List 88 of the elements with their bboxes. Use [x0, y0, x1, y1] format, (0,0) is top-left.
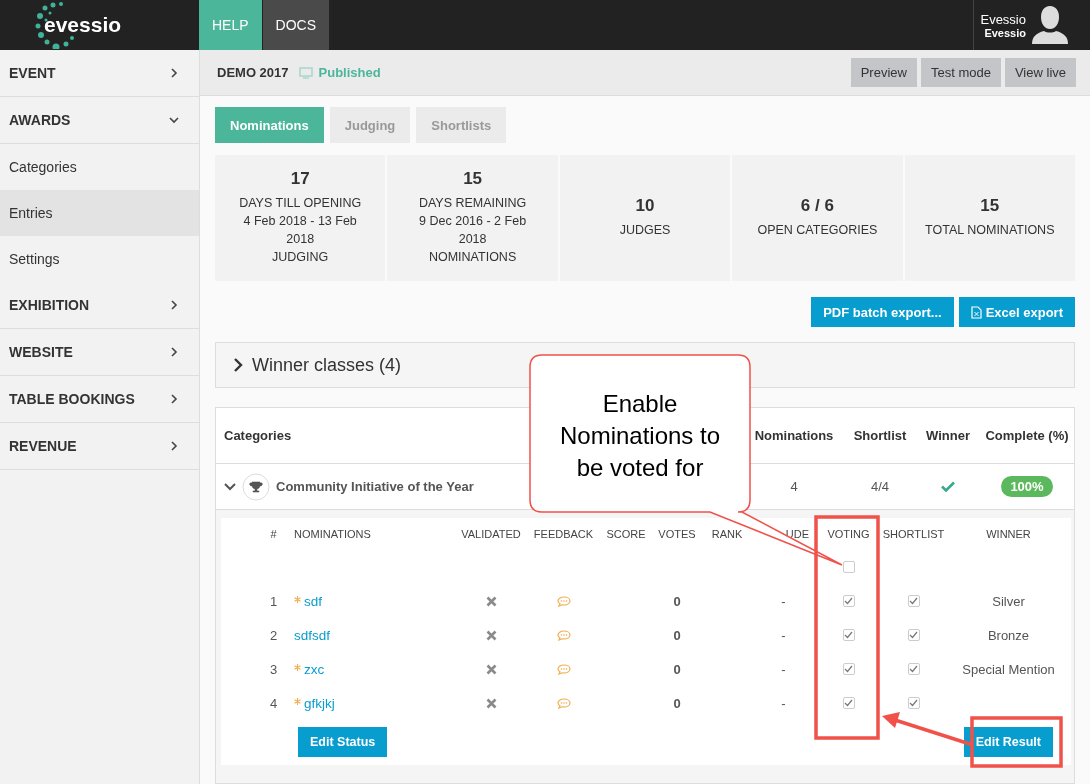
chevron-down-icon[interactable] [224, 481, 236, 492]
stat-value: 17 [290, 170, 310, 188]
sidebar-item[interactable]: Categories [0, 144, 199, 190]
stat-label: NOMINATIONS [428, 249, 517, 266]
chevron-right-icon [232, 358, 244, 372]
header-button[interactable]: View live [1004, 58, 1076, 87]
table-cell-text: 4/4 [869, 479, 891, 494]
publish-status: Published [318, 65, 381, 80]
table-cell-text: - [780, 593, 787, 609]
avatar-silhouette-icon [1032, 6, 1068, 44]
stat-value: 15 [463, 170, 483, 188]
column-header: NOMINATIONS [293, 528, 372, 540]
sidebar-item[interactable]: Settings [0, 236, 199, 282]
row-number: 1 [268, 593, 279, 609]
voting-checkbox[interactable] [842, 629, 855, 641]
votes-count: 0 [672, 695, 682, 711]
logo-text: evessio [44, 13, 122, 37]
stat-value: 10 [635, 197, 655, 215]
votes-count: 0 [672, 627, 682, 643]
stat-label: TOTAL NOMINATIONS [925, 222, 1055, 239]
shortlist-checkbox[interactable] [907, 629, 920, 641]
table-cell-text: 4 [789, 479, 799, 494]
column-header: Nominations [753, 428, 835, 443]
votes-count: 0 [672, 661, 682, 677]
column-header: VOTES [657, 528, 697, 540]
votes-count: 0 [672, 593, 682, 609]
voting-checkbox[interactable] [842, 595, 855, 607]
stat-label: JUDGES [619, 222, 671, 239]
sidebar-item[interactable]: EVENT [0, 50, 199, 97]
shortlist-checkbox[interactable] [907, 595, 920, 607]
sidebar-item[interactable]: EXHIBITION [0, 282, 199, 329]
stat-label: 9 Dec 2016 - 2 Feb 2018 [418, 213, 528, 248]
column-header: Shortlist [852, 428, 908, 443]
column-header: Complete (%) [984, 428, 1070, 443]
column-header: SHORTLIST [881, 528, 946, 540]
header-button[interactable]: Test mode [920, 58, 1001, 87]
select-all-checkbox[interactable] [842, 561, 855, 573]
trophy-icon [242, 472, 270, 501]
voting-checkbox[interactable] [842, 697, 855, 709]
column-header: SCORE [605, 528, 647, 540]
sidebar-item[interactable]: AWARDS [0, 97, 199, 144]
user-organisation: Evessio [984, 26, 1026, 39]
row-number: 3 [268, 661, 279, 677]
stat-value: 6 / 6 [800, 197, 834, 215]
column-header: VOTING [826, 528, 871, 540]
row-number: 4 [268, 695, 279, 711]
stat-label: JUDGING [272, 249, 329, 266]
stat-label: DAYS TILL OPENING [239, 195, 362, 212]
chevron-right-icon [169, 347, 179, 357]
shortlist-checkbox[interactable] [907, 663, 920, 675]
chevron-down-icon [169, 115, 179, 125]
monitor-icon [298, 66, 313, 79]
sidebar-item[interactable]: Entries [0, 190, 199, 236]
column-header: WINNER [985, 528, 1032, 540]
column-header: Winner [925, 428, 971, 443]
voting-checkbox[interactable] [842, 663, 855, 675]
stat-label: OPEN CATEGORIES [757, 222, 878, 239]
chevron-right-icon [169, 300, 179, 310]
winner-award: Bronze [986, 627, 1031, 643]
winner-award: Silver [991, 593, 1026, 609]
column-header: # [269, 528, 278, 540]
nav-tab[interactable]: DOCS [262, 0, 330, 50]
chevron-right-icon [169, 68, 179, 78]
sidebar-item[interactable]: REVENUE [0, 423, 199, 470]
winner-award: Special Mention [961, 661, 1056, 677]
chevron-right-icon [169, 394, 179, 404]
column-header: VALIDATED [460, 528, 522, 540]
spreadsheet-file-icon [970, 305, 982, 319]
sidebar-item[interactable]: WEBSITE [0, 329, 199, 376]
column-header: Categories [224, 428, 292, 443]
completion-badge: 100% [1001, 476, 1053, 497]
stat-value: 15 [980, 197, 1000, 215]
column-header: FEEDBACK [532, 528, 595, 540]
row-number: 2 [268, 627, 279, 643]
user-name: Evessio [980, 11, 1026, 27]
header-button[interactable]: Preview [850, 58, 917, 87]
stat-label: DAYS REMAINING [418, 195, 527, 212]
chevron-right-icon [169, 441, 179, 451]
table-cell-text: - [780, 695, 787, 711]
table-cell-text: - [780, 661, 787, 677]
sidebar-item[interactable]: TABLE BOOKINGS [0, 376, 199, 423]
stat-label: 4 Feb 2018 - 13 Feb 2018 [242, 213, 358, 248]
callout-text: Enable Nominations to be voted for [558, 389, 722, 483]
category-name: Community Initiative of the Year [276, 479, 474, 494]
event-name: DEMO 2017 [217, 65, 289, 80]
table-cell-text: - [780, 627, 787, 643]
column-header: RANK [710, 528, 744, 540]
shortlist-checkbox[interactable] [907, 697, 920, 709]
